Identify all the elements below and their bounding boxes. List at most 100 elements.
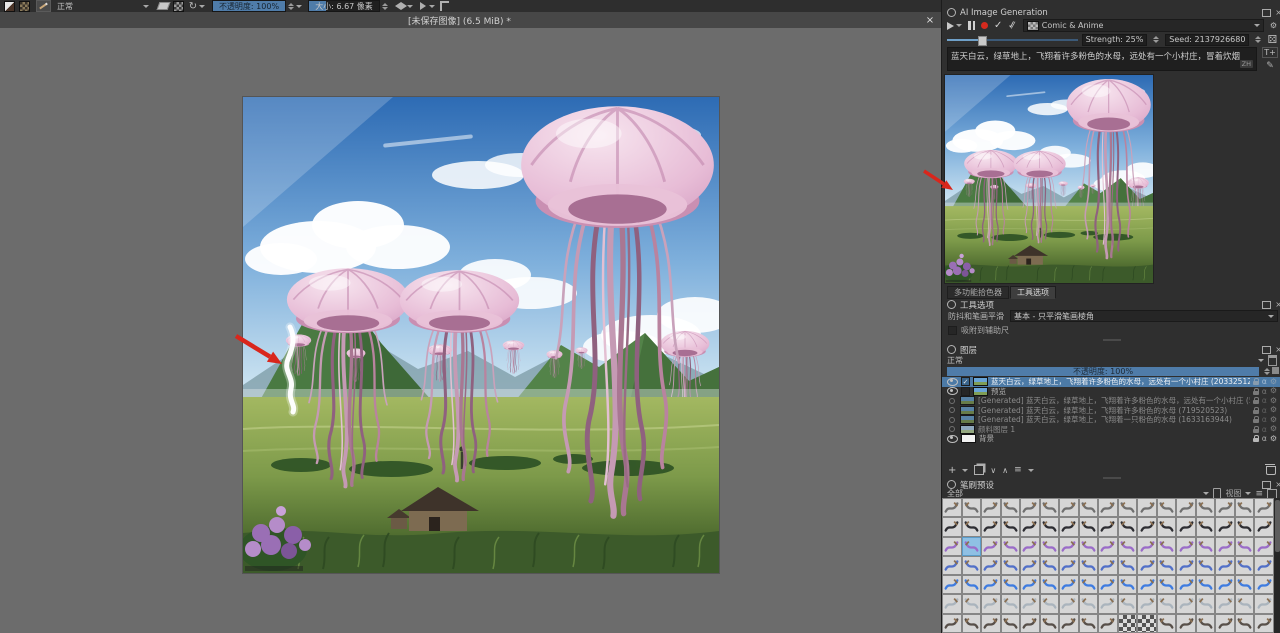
alpha-icon[interactable]: α [1262,387,1267,396]
brush-tile[interactable] [1235,498,1255,517]
delete-layer-trash-icon[interactable] [1266,466,1276,475]
brush-tile[interactable] [942,517,962,536]
brush-tile[interactable] [942,614,962,633]
brush-tile[interactable] [1176,575,1196,594]
alpha-icon[interactable]: α [1262,377,1267,386]
float-docker-icon[interactable] [1262,346,1271,354]
lock-icon[interactable] [1253,410,1259,414]
layer-link-checkbox[interactable]: ✓ [961,377,970,386]
eraser-icon[interactable] [157,1,169,11]
smoothing-select[interactable]: 基本 - 只平滑笔画棱角 [1010,310,1278,322]
brush-tile[interactable] [1176,594,1196,613]
brush-tile[interactable] [1196,614,1216,633]
strength-spinner[interactable] [1153,36,1159,43]
size-spinner[interactable] [382,3,388,10]
close-docker-icon[interactable]: × [1275,346,1280,354]
brush-tile[interactable] [1254,614,1274,633]
brush-tile[interactable] [1137,614,1157,633]
brush-tile[interactable] [1215,498,1235,517]
brush-tile[interactable] [1137,517,1157,536]
alpha-icon[interactable]: α [1262,425,1267,434]
brush-tile[interactable] [1118,594,1138,613]
layer-hidden-icon[interactable] [949,417,955,423]
brush-tile[interactable] [1196,537,1216,556]
brush-tile[interactable] [1176,517,1196,536]
brush-tile[interactable] [1215,517,1235,536]
brush-tile[interactable] [1235,556,1255,575]
slider-handle[interactable] [978,36,987,46]
brush-tile[interactable] [1176,498,1196,517]
apply-button[interactable]: ✓ [994,21,1002,31]
brush-tile[interactable] [1098,498,1118,517]
brush-tile[interactable] [1059,575,1079,594]
brush-tile[interactable] [1079,594,1099,613]
ai-preview-image[interactable] [945,75,1153,283]
wrap-around-icon[interactable] [438,1,450,11]
brush-tile[interactable] [981,517,1001,536]
brush-tile[interactable] [1020,575,1040,594]
brush-tile[interactable] [1098,575,1118,594]
brush-tile[interactable] [1118,517,1138,536]
brush-tile[interactable] [1098,594,1118,613]
prompt-input[interactable]: 蓝天白云，绿草地上，飞翔着许多粉色的水母，远处有一个小村庄，冒着炊烟 ZH [947,47,1257,71]
brush-tile[interactable] [1157,594,1177,613]
float-docker-icon[interactable] [1262,9,1271,17]
brush-tile[interactable] [1196,556,1216,575]
brush-tile[interactable] [1157,537,1177,556]
brush-tile[interactable] [1098,537,1118,556]
layer-opacity-spinner[interactable] [1264,368,1270,375]
layer-blend-select[interactable]: 正常 [947,355,1254,366]
apply-brush-button[interactable]: ✓̷ [1008,20,1018,31]
lock-icon[interactable] [1253,429,1259,433]
brush-tile[interactable] [1215,575,1235,594]
mirror-horizontal-icon[interactable] [395,1,407,11]
brush-tile[interactable] [1079,498,1099,517]
brush-tile[interactable] [1001,575,1021,594]
brush-tile[interactable] [1001,517,1021,536]
brush-tile[interactable] [962,575,982,594]
brush-tile[interactable] [1020,537,1040,556]
brush-tile[interactable] [981,537,1001,556]
brush-tile[interactable] [1118,498,1138,517]
brush-tile[interactable] [1040,575,1060,594]
brush-tile[interactable] [1118,575,1138,594]
brush-tile[interactable] [1001,498,1021,517]
brush-tile[interactable] [1118,556,1138,575]
brush-tile[interactable] [1235,537,1255,556]
strength-spinbox[interactable]: Strength: 25% [1082,34,1148,46]
brush-tile[interactable] [1059,614,1079,633]
add-layer-caret-icon[interactable] [962,469,968,472]
brush-tile[interactable] [1235,575,1255,594]
brush-tile[interactable] [1254,517,1274,536]
close-docker-icon[interactable]: × [1275,9,1280,17]
brush-tile[interactable] [1079,556,1099,575]
layer-gear-icon[interactable]: ⚙ [1270,425,1277,433]
docker-splitter[interactable] [942,338,1280,342]
alpha-icon[interactable]: α [1262,415,1267,424]
generate-button[interactable] [947,22,962,30]
layer-properties-icon[interactable]: ≡ [1014,465,1022,475]
strength-slider[interactable] [947,34,1078,45]
layer-properties-caret-icon[interactable] [1028,469,1034,472]
layer-filter-funnel-icon[interactable] [1268,355,1277,366]
brush-tile[interactable] [962,594,982,613]
lock-icon[interactable] [1253,419,1259,423]
mirror-vertical-caret-icon[interactable] [429,5,435,8]
brush-tile[interactable] [1215,556,1235,575]
layer-hidden-icon[interactable] [949,398,955,404]
layer-gear-icon[interactable]: ⚙ [1270,387,1277,395]
pause-button[interactable] [968,21,975,30]
brush-tile[interactable] [1079,517,1099,536]
brush-tile[interactable] [1059,498,1079,517]
brush-tile[interactable] [1176,614,1196,633]
brush-tile[interactable] [942,594,962,613]
seed-spinner[interactable] [1255,36,1261,43]
randomize-seed-dice-icon[interactable]: ⚄ [1267,34,1277,45]
canvas-image[interactable] [243,97,719,573]
layer-visible-eye-icon[interactable] [947,378,958,386]
lock-icon[interactable] [1253,381,1259,385]
blend-mode-caret-icon[interactable] [143,5,149,8]
brush-tile[interactable] [1020,517,1040,536]
layer-link-checkbox[interactable] [961,387,970,396]
brush-tile[interactable] [1196,594,1216,613]
